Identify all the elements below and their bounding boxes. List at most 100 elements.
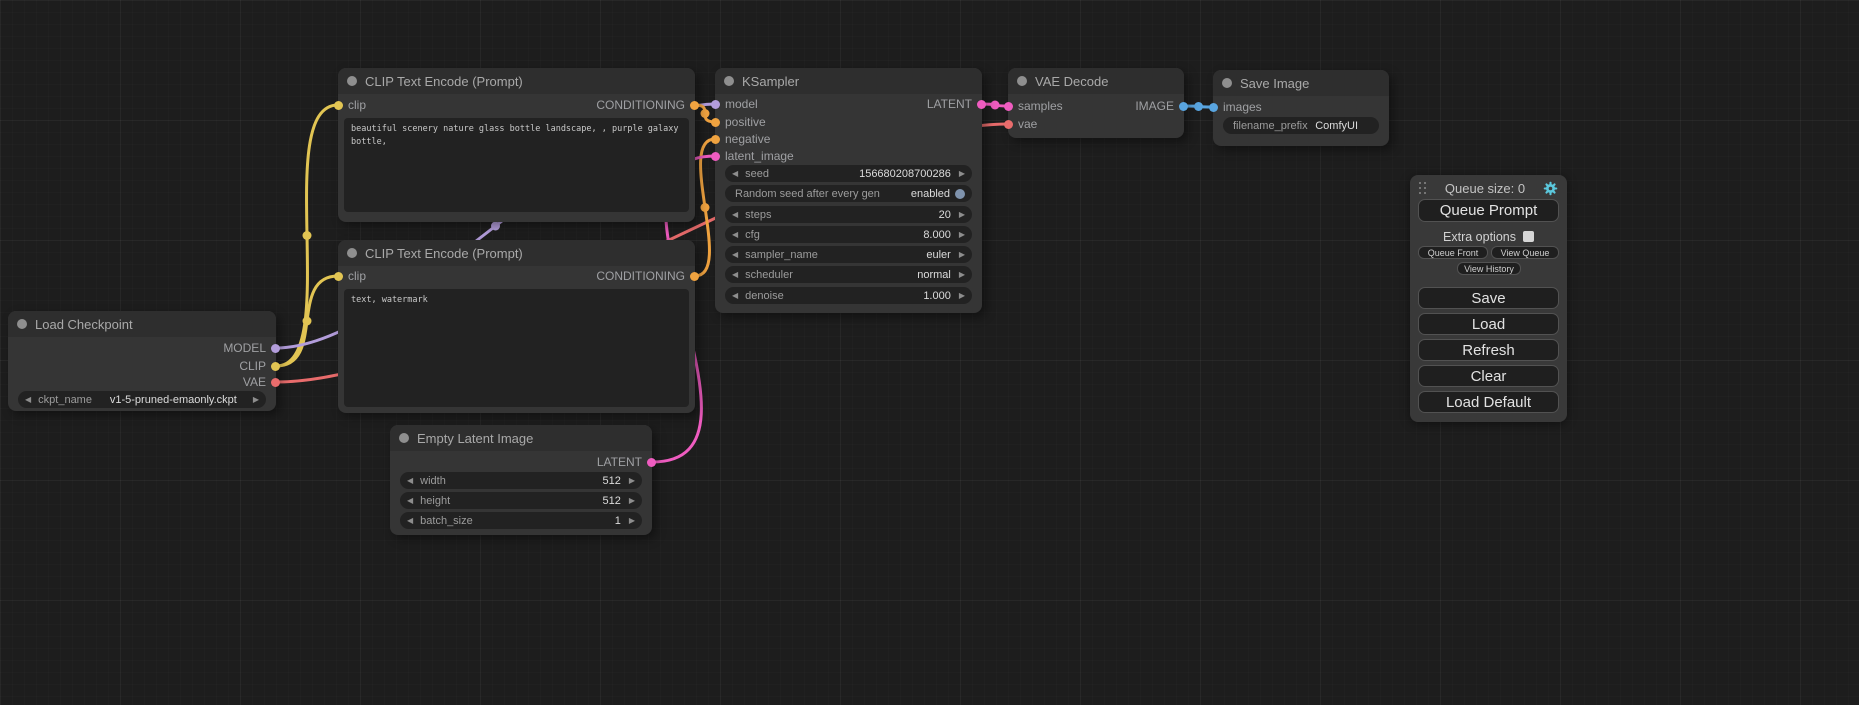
node-load-checkpoint[interactable]: Load Checkpoint MODEL CLIP VAE ◀ ckpt_na…	[8, 311, 276, 411]
increment-arrow-icon[interactable]: ▶	[629, 477, 635, 485]
steps-widget[interactable]: ◀ steps 20 ▶	[725, 206, 972, 223]
output-slot-latent[interactable]: LATENT	[927, 97, 986, 111]
collapse-dot[interactable]	[1222, 78, 1232, 88]
negative-prompt-textarea[interactable]: text, watermark	[344, 289, 689, 407]
height-widget[interactable]: ◀ height 512 ▶	[400, 492, 642, 509]
ckpt-name-widget[interactable]: ◀ ckpt_name v1-5-pruned-emaonly.ckpt ▶	[18, 391, 266, 408]
node-ksampler[interactable]: KSampler model positive negative latent_…	[715, 68, 982, 313]
increment-arrow-icon[interactable]: ▶	[959, 211, 965, 219]
decrement-arrow-icon[interactable]: ◀	[732, 251, 738, 259]
seed-widget[interactable]: ◀ seed 156680208700286 ▶	[725, 165, 972, 182]
output-slot-model[interactable]: MODEL	[223, 341, 280, 355]
increment-arrow-icon[interactable]: ▶	[253, 396, 259, 404]
decrement-arrow-icon[interactable]: ◀	[732, 170, 738, 178]
latent-image-input-dot[interactable]	[711, 152, 720, 161]
input-slot-vae[interactable]: vae	[1004, 117, 1037, 131]
conditioning-output-dot[interactable]	[690, 101, 699, 110]
images-input-dot[interactable]	[1209, 103, 1218, 112]
node-title-bar[interactable]: CLIP Text Encode (Prompt)	[338, 240, 695, 266]
input-slot-negative[interactable]: negative	[711, 132, 770, 146]
increment-arrow-icon[interactable]: ▶	[629, 517, 635, 525]
input-slot-samples[interactable]: samples	[1004, 99, 1063, 113]
node-title-bar[interactable]: Save Image	[1213, 70, 1389, 96]
image-output-dot[interactable]	[1179, 102, 1188, 111]
clip-input-dot[interactable]	[334, 101, 343, 110]
decrement-arrow-icon[interactable]: ◀	[25, 396, 31, 404]
denoise-widget[interactable]: ◀ denoise 1.000 ▶	[725, 287, 972, 304]
view-history-button[interactable]: View History	[1457, 262, 1521, 275]
decrement-arrow-icon[interactable]: ◀	[732, 211, 738, 219]
clip-input-dot[interactable]	[334, 272, 343, 281]
node-title-bar[interactable]: CLIP Text Encode (Prompt)	[338, 68, 695, 94]
settings-gear-icon[interactable]	[1543, 181, 1558, 196]
clip-output-dot[interactable]	[271, 362, 280, 371]
negative-input-dot[interactable]	[711, 135, 720, 144]
decrement-arrow-icon[interactable]: ◀	[732, 271, 738, 279]
scheduler-widget[interactable]: ◀ scheduler normal ▶	[725, 266, 972, 283]
decrement-arrow-icon[interactable]: ◀	[407, 497, 413, 505]
input-slot-latent-image[interactable]: latent_image	[711, 149, 794, 163]
collapse-dot[interactable]	[399, 433, 409, 443]
output-slot-clip[interactable]: CLIP	[239, 359, 280, 373]
increment-arrow-icon[interactable]: ▶	[959, 231, 965, 239]
model-input-dot[interactable]	[711, 100, 720, 109]
filename-prefix-widget[interactable]: filename_prefix ComfyUI	[1223, 117, 1379, 134]
vae-input-dot[interactable]	[1004, 120, 1013, 129]
queue-prompt-button[interactable]: Queue Prompt	[1418, 199, 1559, 222]
input-slot-clip[interactable]: clip	[334, 98, 366, 112]
toggle-dot[interactable]	[955, 189, 965, 199]
input-slot-clip[interactable]: clip	[334, 269, 366, 283]
save-button[interactable]: Save	[1418, 287, 1559, 309]
output-slot-vae[interactable]: VAE	[243, 375, 280, 389]
view-queue-button[interactable]: View Queue	[1491, 246, 1559, 259]
input-slot-model[interactable]: model	[711, 97, 758, 111]
node-save-image[interactable]: Save Image images filename_prefix ComfyU…	[1213, 70, 1389, 146]
input-slot-positive[interactable]: positive	[711, 115, 766, 129]
decrement-arrow-icon[interactable]: ◀	[407, 477, 413, 485]
random-seed-toggle-widget[interactable]: Random seed after every gen enabled	[725, 185, 972, 202]
node-empty-latent-image[interactable]: Empty Latent Image LATENT ◀ width 512 ▶ …	[390, 425, 652, 535]
output-slot-latent[interactable]: LATENT	[597, 455, 656, 469]
increment-arrow-icon[interactable]: ▶	[959, 292, 965, 300]
increment-arrow-icon[interactable]: ▶	[959, 271, 965, 279]
node-vae-decode[interactable]: VAE Decode samples vae IMAGE	[1008, 68, 1184, 138]
node-title-bar[interactable]: Empty Latent Image	[390, 425, 652, 451]
increment-arrow-icon[interactable]: ▶	[959, 170, 965, 178]
node-title-bar[interactable]: KSampler	[715, 68, 982, 94]
collapse-dot[interactable]	[1017, 76, 1027, 86]
decrement-arrow-icon[interactable]: ◀	[732, 231, 738, 239]
output-slot-conditioning[interactable]: CONDITIONING	[596, 98, 699, 112]
samples-input-dot[interactable]	[1004, 102, 1013, 111]
node-clip-text-encode-negative[interactable]: CLIP Text Encode (Prompt) clip CONDITION…	[338, 240, 695, 413]
node-clip-text-encode-positive[interactable]: CLIP Text Encode (Prompt) clip CONDITION…	[338, 68, 695, 222]
node-graph-canvas[interactable]: Load Checkpoint MODEL CLIP VAE ◀ ckpt_na…	[0, 0, 1859, 705]
node-title-bar[interactable]: VAE Decode	[1008, 68, 1184, 94]
input-slot-images[interactable]: images	[1209, 100, 1262, 114]
refresh-button[interactable]: Refresh	[1418, 339, 1559, 361]
sampler-name-widget[interactable]: ◀ sampler_name euler ▶	[725, 246, 972, 263]
latent-output-dot[interactable]	[977, 100, 986, 109]
increment-arrow-icon[interactable]: ▶	[959, 251, 965, 259]
queue-front-button[interactable]: Queue Front	[1418, 246, 1488, 259]
collapse-dot[interactable]	[347, 248, 357, 258]
output-slot-conditioning[interactable]: CONDITIONING	[596, 269, 699, 283]
batch-size-widget[interactable]: ◀ batch_size 1 ▶	[400, 512, 642, 529]
collapse-dot[interactable]	[17, 319, 27, 329]
cfg-widget[interactable]: ◀ cfg 8.000 ▶	[725, 226, 972, 243]
decrement-arrow-icon[interactable]: ◀	[407, 517, 413, 525]
vae-output-dot[interactable]	[271, 378, 280, 387]
collapse-dot[interactable]	[724, 76, 734, 86]
load-default-button[interactable]: Load Default	[1418, 391, 1559, 413]
load-button[interactable]: Load	[1418, 313, 1559, 335]
model-output-dot[interactable]	[271, 344, 280, 353]
clear-button[interactable]: Clear	[1418, 365, 1559, 387]
conditioning-output-dot[interactable]	[690, 272, 699, 281]
extra-options-checkbox[interactable]	[1523, 231, 1534, 242]
collapse-dot[interactable]	[347, 76, 357, 86]
node-title-bar[interactable]: Load Checkpoint	[8, 311, 276, 337]
decrement-arrow-icon[interactable]: ◀	[732, 292, 738, 300]
width-widget[interactable]: ◀ width 512 ▶	[400, 472, 642, 489]
output-slot-image[interactable]: IMAGE	[1135, 99, 1188, 113]
positive-input-dot[interactable]	[711, 118, 720, 127]
drag-handle-icon[interactable]	[1419, 182, 1427, 195]
